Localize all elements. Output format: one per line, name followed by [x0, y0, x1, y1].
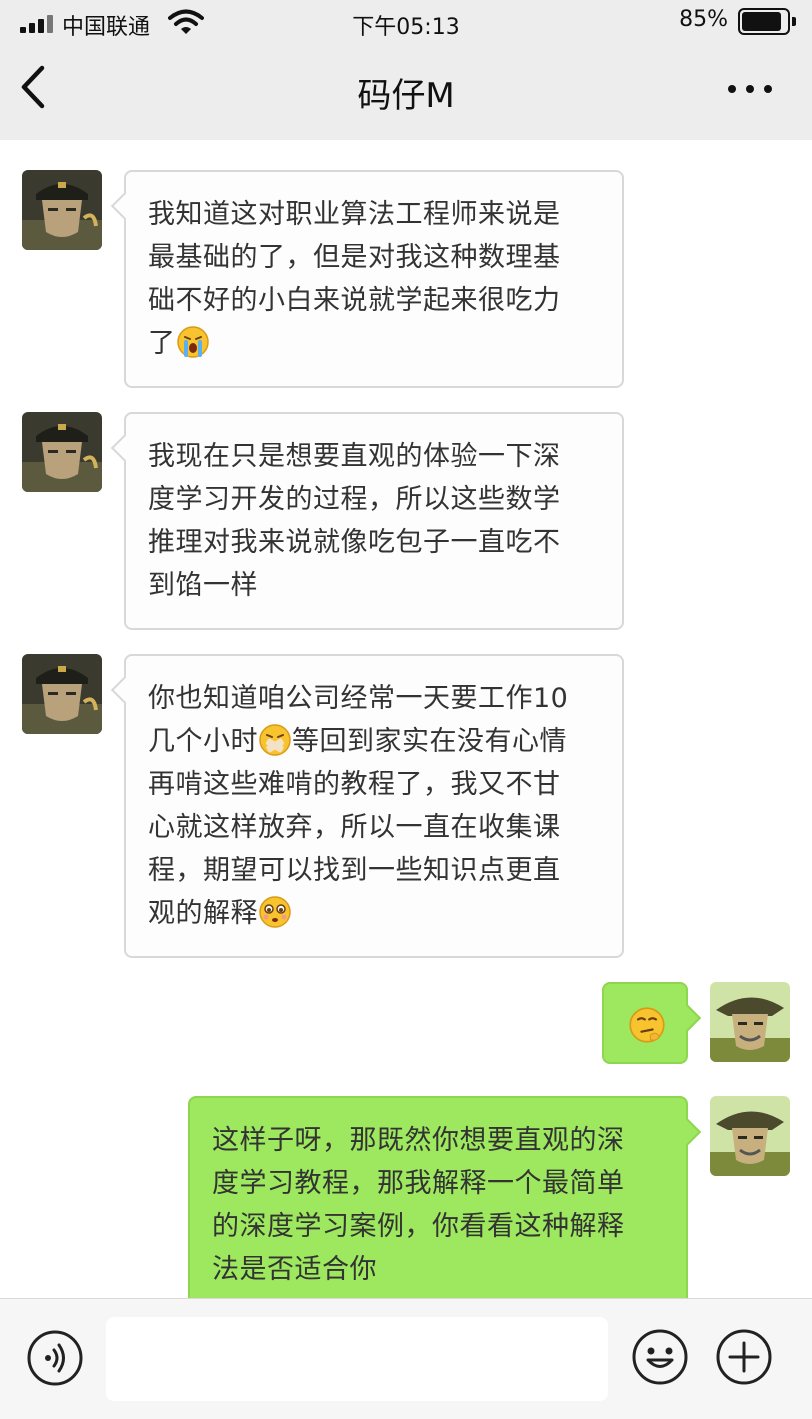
message-bubble-sent[interactable]: [602, 982, 688, 1064]
contact-avatar[interactable]: [22, 412, 102, 492]
emoji-button[interactable]: [630, 1327, 690, 1387]
message-line: 程，期望可以找到一些知识点更直: [148, 855, 561, 886]
message-line: 最基础的了，但是对我这种数理基: [148, 242, 561, 273]
contact-avatar[interactable]: [22, 170, 102, 250]
smiley-icon: [632, 1329, 688, 1385]
input-bar: [0, 1298, 812, 1419]
my-avatar[interactable]: [710, 1096, 790, 1176]
message-line: 度学习教程，那我解释一个最简单: [212, 1168, 625, 1199]
message-line: 度学习开发的过程，所以这些数学: [148, 484, 561, 515]
message-input[interactable]: [106, 1317, 608, 1401]
chat-area[interactable]: 我知道这对职业算法工程师来说是 最基础的了，但是对我这种数理基 础不好的小白来说…: [0, 140, 812, 1298]
message-line: 我现在只是想要直观的体验一下深: [148, 441, 561, 472]
more-button[interactable]: [722, 70, 782, 106]
message-line: 推理对我来说就像吃包子一直吃不: [148, 527, 561, 558]
message-bubble[interactable]: 我知道这对职业算法工程师来说是 最基础的了，但是对我这种数理基 础不好的小白来说…: [124, 170, 624, 388]
message-bubble[interactable]: 你也知道咱公司经常一天要工作10 几个小时 等回到家实在没有心情 再啃这些难啃的教…: [124, 654, 624, 958]
plus-button[interactable]: [714, 1327, 774, 1387]
message-bubble[interactable]: 我现在只是想要直观的体验一下深 度学习开发的过程，所以这些数学 推理对我来说就像…: [124, 412, 624, 630]
voice-icon: [27, 1330, 83, 1386]
plus-circle-icon: [716, 1329, 772, 1385]
message-line: 等回到家实在没有心情: [292, 726, 567, 757]
message-line: 的深度学习案例，你看看这种解释: [212, 1211, 625, 1242]
message-line: 这样子呀，那既然你想要直观的深: [212, 1125, 625, 1156]
message-line: 你也知道咱公司经常一天要工作10: [148, 683, 569, 714]
battery-icon: [738, 8, 796, 35]
my-avatar[interactable]: [710, 982, 790, 1062]
crying-emoji-icon: [176, 326, 209, 358]
voice-button[interactable]: [26, 1329, 84, 1387]
nav-bar: 码仔M: [0, 44, 812, 140]
thinking-emoji-icon: [629, 1007, 665, 1043]
message-line: 到馅一样: [148, 570, 258, 601]
battery-percent: 85%: [679, 7, 728, 32]
message-line: 础不好的小白来说就学起来很吃力: [148, 285, 561, 316]
message-line: 了: [148, 328, 176, 359]
contact-avatar[interactable]: [22, 654, 102, 734]
chat-title: 码仔M: [357, 76, 455, 116]
status-bar: 中国联通 下午05:13 85%: [0, 0, 812, 44]
message-line: 我知道这对职业算法工程师来说是: [148, 199, 561, 230]
message-line: 几个小时: [148, 726, 258, 757]
message-bubble-sent[interactable]: 这样子呀，那既然你想要直观的深 度学习教程，那我解释一个最简单 的深度学习案例，…: [188, 1096, 688, 1298]
pleading-emoji-icon: [259, 896, 291, 928]
message-line: 再啃这些难啃的教程了，我又不甘: [148, 769, 561, 800]
message-line: 法是否适合你: [212, 1254, 377, 1285]
message-line: 心就这样放弃，所以一直在收集课: [148, 812, 561, 843]
bandaged-emoji-icon: [259, 724, 291, 756]
message-line: 观的解释: [148, 898, 258, 929]
